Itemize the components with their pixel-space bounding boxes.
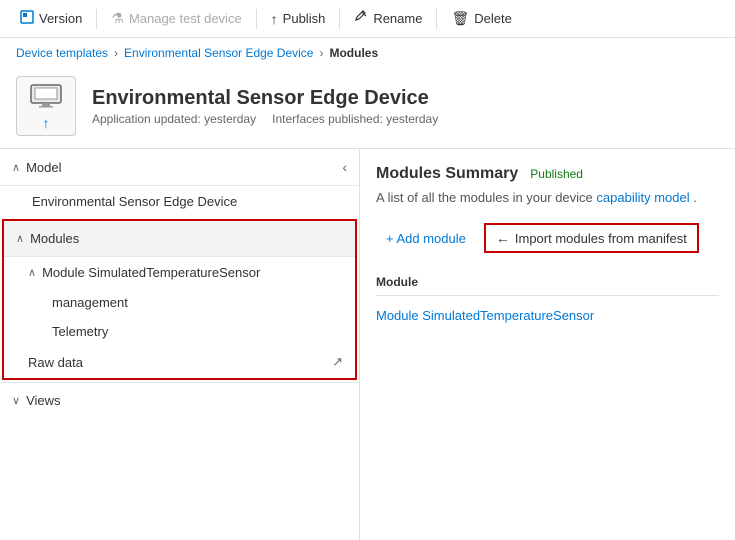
main-content: ∧ Model ‹ Environmental Sensor Edge Devi…: [0, 148, 735, 540]
device-icon-graphic: [29, 81, 63, 115]
model-section-label: Model: [26, 160, 61, 175]
module-subsection: ∧ Module SimulatedTemperatureSensor mana…: [4, 257, 355, 346]
desc-end: .: [693, 190, 697, 205]
breadcrumb-current: Modules: [329, 46, 378, 60]
breadcrumb-sep-2: ›: [319, 46, 323, 60]
model-item-label: Environmental Sensor Edge Device: [32, 194, 237, 209]
import-modules-button[interactable]: ← Import modules from manifest: [484, 223, 699, 253]
delete-icon: 🗑: [451, 10, 469, 27]
manage-test-device-button[interactable]: ⚗ Manage test device: [103, 6, 249, 31]
device-icon-arrow: ↑: [43, 115, 50, 131]
model-section-title: ∧ Model: [12, 160, 61, 175]
telemetry-label: Telemetry: [52, 324, 108, 339]
model-collapse-icon: ∧: [12, 161, 20, 174]
delete-button[interactable]: 🗑 Delete: [443, 6, 519, 31]
views-section-header[interactable]: ∨ Views: [0, 382, 359, 418]
breadcrumb-item-device-templates[interactable]: Device templates: [16, 46, 108, 60]
modules-summary-header: Modules Summary Published: [376, 165, 719, 183]
module-subsection-collapse-icon: ∧: [28, 266, 36, 279]
header-meta: Application updated: yesterday Interface…: [92, 112, 438, 126]
import-label: Import modules from manifest: [515, 231, 687, 246]
manage-test-device-icon: ⚗: [111, 10, 124, 27]
nav-raw-data-item[interactable]: Raw data ↗: [4, 346, 355, 378]
model-collapse-right-icon: ‹: [342, 159, 347, 175]
header-section: ↑ Environmental Sensor Edge Device Appli…: [0, 68, 735, 148]
published-badge: Published: [530, 167, 583, 181]
breadcrumb-item-device[interactable]: Environmental Sensor Edge Device: [124, 46, 313, 60]
publish-icon: ↑: [271, 11, 278, 27]
updated-text: Application updated: yesterday: [92, 112, 256, 126]
version-label: Version: [39, 11, 82, 26]
right-panel: Modules Summary Published A list of all …: [360, 149, 735, 540]
rename-label: Rename: [373, 11, 422, 26]
publish-button[interactable]: ↑ Publish: [263, 7, 334, 31]
module-column-header: Module: [376, 275, 418, 289]
expand-icon: ↗: [332, 354, 343, 370]
nav-management-item[interactable]: management: [4, 288, 355, 317]
modules-section-label: Modules: [30, 231, 79, 246]
management-label: management: [52, 295, 128, 310]
views-section-label: Views: [26, 393, 60, 408]
left-panel: ∧ Model ‹ Environmental Sensor Edge Devi…: [0, 149, 360, 540]
modules-collapse-icon: ∧: [16, 232, 24, 245]
rename-button[interactable]: Rename: [346, 6, 430, 31]
divider-1: [96, 9, 97, 29]
divider-2: [256, 9, 257, 29]
breadcrumb: Device templates › Environmental Sensor …: [0, 38, 735, 68]
device-icon: ↑: [16, 76, 76, 136]
page-title: Environmental Sensor Edge Device: [92, 87, 438, 110]
action-bar: + Add module ← Import modules from manif…: [376, 223, 719, 253]
module-subsection-label: Module SimulatedTemperatureSensor: [42, 265, 260, 280]
modules-section-header[interactable]: ∧ Modules: [4, 221, 355, 257]
add-module-button[interactable]: + Add module: [376, 226, 476, 251]
version-icon: [20, 10, 34, 27]
modules-section-title: ∧ Modules: [16, 231, 79, 246]
interfaces-text: Interfaces published: yesterday: [272, 112, 438, 126]
module-table-header: Module: [376, 269, 719, 296]
model-item[interactable]: Environmental Sensor Edge Device: [0, 186, 359, 217]
module-subsection-header[interactable]: ∧ Module SimulatedTemperatureSensor: [4, 257, 355, 288]
delete-label: Delete: [474, 11, 512, 26]
modules-group: ∧ Modules ∧ Module SimulatedTemperatureS…: [2, 219, 357, 380]
model-section-header[interactable]: ∧ Model ‹: [0, 149, 359, 186]
views-collapse-icon: ∨: [12, 394, 20, 407]
modules-summary-title: Modules Summary: [376, 165, 518, 183]
divider-4: [436, 9, 437, 29]
module-link[interactable]: Module SimulatedTemperatureSensor: [376, 308, 594, 323]
raw-data-label: Raw data: [28, 355, 83, 370]
add-module-label: + Add module: [386, 231, 466, 246]
toolbar: Version ⚗ Manage test device ↑ Publish R…: [0, 0, 735, 38]
nav-telemetry-item[interactable]: Telemetry: [4, 317, 355, 346]
breadcrumb-sep-1: ›: [114, 46, 118, 60]
manage-test-device-label: Manage test device: [129, 11, 242, 26]
capability-model-link[interactable]: capability model: [596, 190, 689, 205]
divider-3: [339, 9, 340, 29]
modules-summary-desc: A list of all the modules in your device…: [376, 189, 719, 207]
rename-icon: [354, 10, 368, 27]
module-row: Module SimulatedTemperatureSensor: [376, 302, 719, 329]
import-icon: ←: [496, 230, 510, 246]
version-button[interactable]: Version: [12, 6, 90, 31]
header-text: Environmental Sensor Edge Device Applica…: [92, 87, 438, 126]
publish-label: Publish: [283, 11, 326, 26]
desc-text: A list of all the modules in your device: [376, 190, 593, 205]
